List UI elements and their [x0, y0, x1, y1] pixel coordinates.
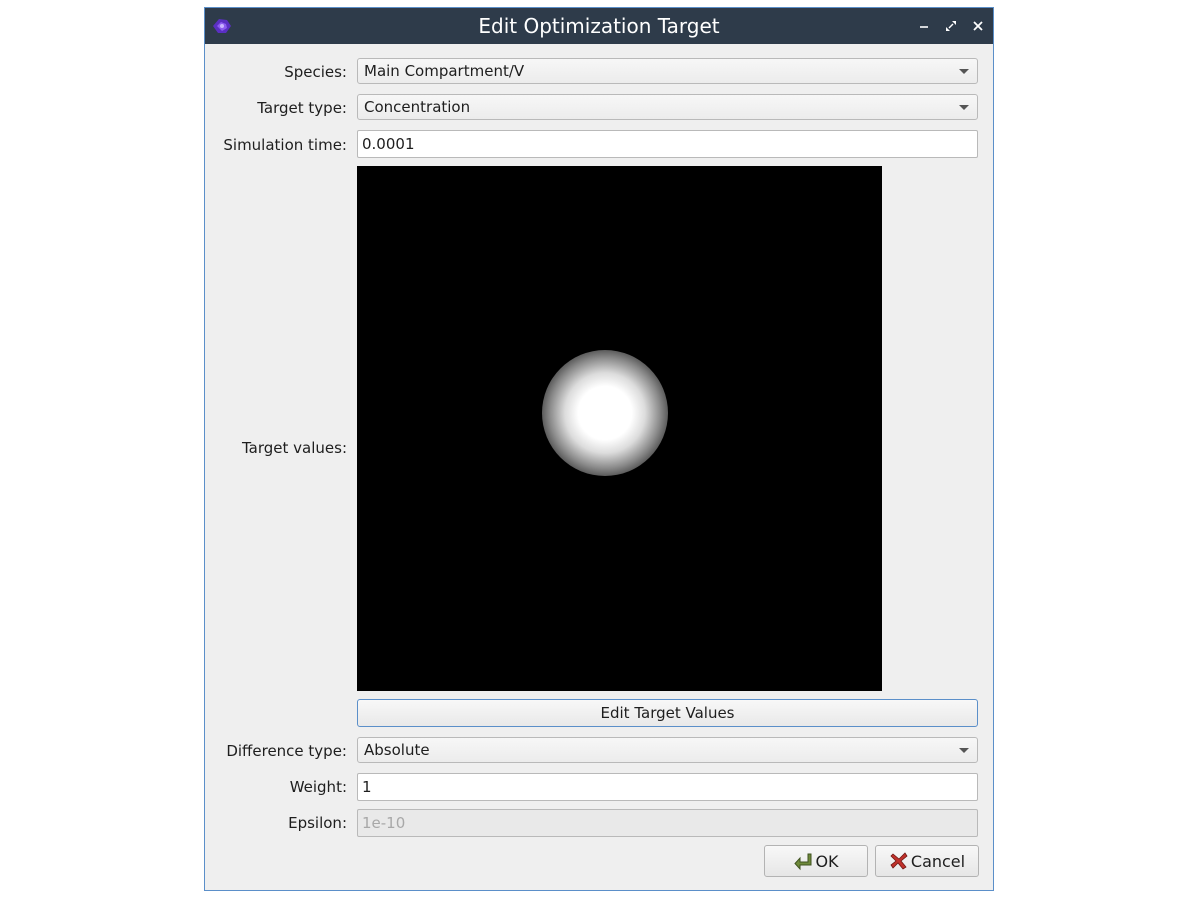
- ok-label: OK: [815, 851, 839, 871]
- epsilon-field: 1e-10: [357, 809, 978, 837]
- weight-label: Weight:: [289, 778, 347, 796]
- minimize-icon: [920, 26, 928, 28]
- chevron-down-icon: [959, 105, 969, 110]
- target-type-select[interactable]: Concentration: [357, 94, 978, 120]
- target-values-label: Target values:: [241, 439, 347, 457]
- species-value: Main Compartment/V: [364, 62, 525, 80]
- species-select[interactable]: Main Compartment/V: [357, 58, 978, 84]
- edit-optimization-target-dialog: Edit Optimization Target Species: Main C…: [204, 7, 994, 891]
- ok-arrow-icon: [794, 853, 812, 871]
- close-icon: [973, 21, 983, 31]
- species-label: Species:: [284, 63, 347, 81]
- title-bar[interactable]: Edit Optimization Target: [205, 8, 993, 44]
- window-title: Edit Optimization Target: [478, 14, 720, 38]
- weight-field[interactable]: 1: [357, 773, 978, 801]
- restore-icon: [946, 21, 956, 31]
- epsilon-placeholder: 1e-10: [362, 814, 406, 832]
- target-type-label: Target type:: [257, 99, 347, 117]
- target-type-value: Concentration: [364, 98, 471, 116]
- concentration-spot: [542, 350, 668, 476]
- weight-value: 1: [362, 778, 372, 796]
- cancel-label: Cancel: [910, 851, 966, 871]
- edit-target-values-button[interactable]: Edit Target Values: [357, 699, 978, 727]
- minimize-button[interactable]: [916, 18, 932, 34]
- difference-type-value: Absolute: [364, 741, 430, 759]
- close-button[interactable]: [970, 18, 986, 34]
- target-values-image: [357, 166, 882, 691]
- simulation-time-value: 0.0001: [362, 135, 415, 153]
- cancel-x-icon: [890, 852, 908, 870]
- chevron-down-icon: [959, 748, 969, 753]
- ok-button[interactable]: OK: [764, 845, 868, 877]
- restore-button[interactable]: [943, 18, 959, 34]
- difference-type-select[interactable]: Absolute: [357, 737, 978, 763]
- difference-type-label: Difference type:: [226, 742, 347, 760]
- chevron-down-icon: [959, 69, 969, 74]
- cancel-button[interactable]: Cancel: [875, 845, 979, 877]
- epsilon-label: Epsilon:: [288, 814, 347, 832]
- simulation-time-label: Simulation time:: [223, 136, 347, 154]
- simulation-time-field[interactable]: 0.0001: [357, 130, 978, 158]
